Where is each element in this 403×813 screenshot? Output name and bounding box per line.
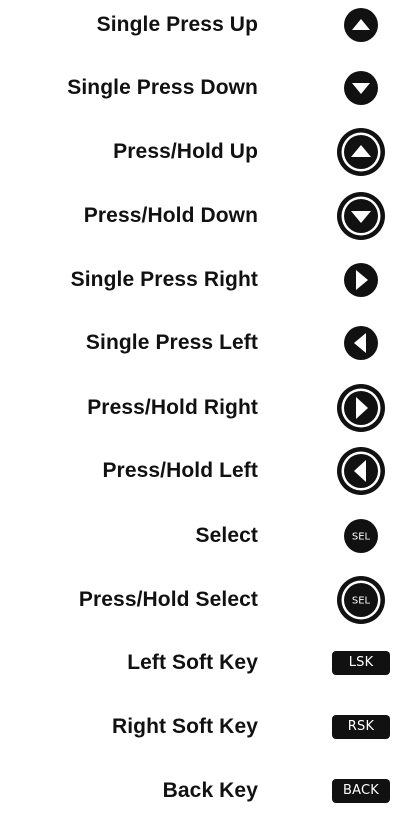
- legend-label: Single Press Up: [96, 13, 258, 36]
- legend-row-press-hold-down: Press/Hold Down: [0, 191, 403, 241]
- legend-label: Press/Hold Left: [102, 459, 258, 482]
- legend-label: Single Press Down: [67, 76, 258, 99]
- legend-label: Press/Hold Select: [78, 588, 258, 611]
- arrow-down-icon: [343, 70, 379, 106]
- hold-select-icon: SEL: [336, 575, 386, 625]
- legend-row-press-hold-select: Press/Hold Select SEL: [0, 575, 403, 625]
- legend-label: Left Soft Key: [127, 651, 258, 674]
- legend-label: Right Soft Key: [111, 715, 258, 738]
- legend-row-press-hold-right: Press/Hold Right: [0, 383, 403, 433]
- legend-label: Press/Hold Down: [83, 204, 258, 227]
- key-legend: Single Press Up Single Press Down Press/…: [0, 0, 403, 806]
- select-icon: SEL: [343, 518, 379, 554]
- select-icon-text: SEL: [352, 532, 371, 543]
- legend-row-back-key: Back Key BACK: [0, 769, 403, 813]
- legend-label: Single Press Left: [85, 331, 258, 354]
- legend-label: Single Press Right: [70, 268, 258, 291]
- legend-row-single-press-down: Single Press Down: [0, 66, 403, 110]
- hold-select-icon-text: SEL: [352, 596, 371, 607]
- back-key-icon: BACK: [332, 779, 390, 803]
- legend-row-left-soft-key: Left Soft Key LSK: [0, 641, 403, 685]
- rsk-key-icon: RSK: [332, 715, 390, 739]
- legend-label: Select: [195, 524, 258, 547]
- hold-up-icon: [336, 127, 386, 177]
- legend-row-press-hold-up: Press/Hold Up: [0, 127, 403, 177]
- hold-right-icon: [336, 383, 386, 433]
- legend-label: Press/Hold Up: [113, 140, 258, 163]
- arrow-up-icon: [343, 7, 379, 43]
- legend-row-right-soft-key: Right Soft Key RSK: [0, 705, 403, 749]
- legend-row-single-press-left: Single Press Left: [0, 321, 403, 365]
- arrow-left-icon: [343, 325, 379, 361]
- legend-row-press-hold-left: Press/Hold Left: [0, 446, 403, 496]
- legend-row-select: Select SEL: [0, 514, 403, 558]
- lsk-key-icon: LSK: [332, 651, 390, 675]
- hold-left-icon: [336, 446, 386, 496]
- hold-down-icon: [336, 191, 386, 241]
- arrow-right-icon: [343, 262, 379, 298]
- legend-label: Press/Hold Right: [87, 396, 258, 419]
- legend-row-single-press-right: Single Press Right: [0, 258, 403, 302]
- legend-label: Back Key: [162, 779, 258, 802]
- legend-row-single-press-up: Single Press Up: [0, 3, 403, 47]
